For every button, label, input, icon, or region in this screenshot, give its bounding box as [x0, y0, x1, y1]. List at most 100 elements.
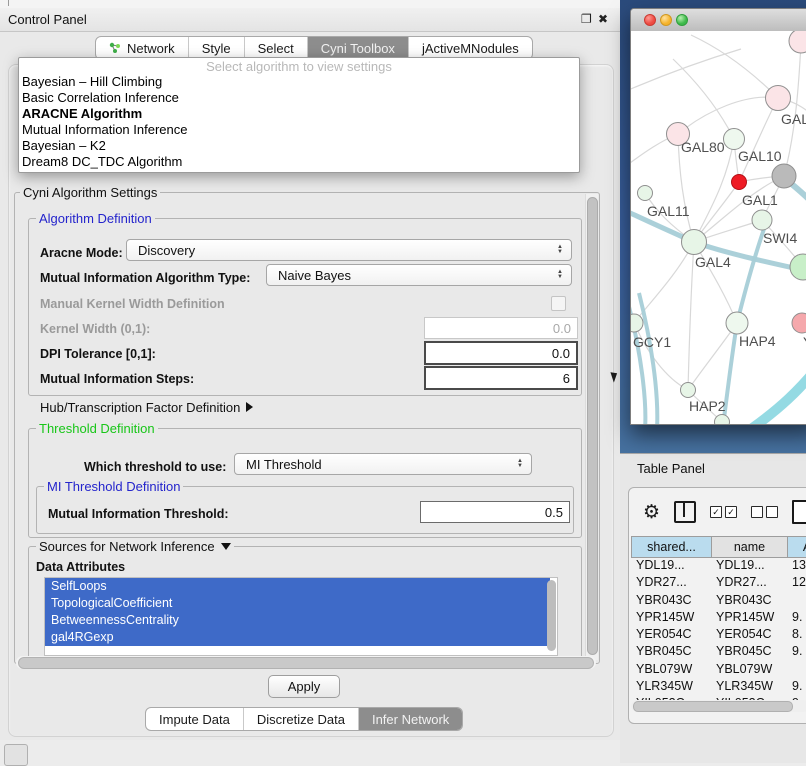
mi-type-label: Mutual Information Algorithm Type:: [40, 271, 250, 285]
tab-impute-data[interactable]: Impute Data: [146, 708, 244, 730]
control-panel-window: Control Panel ❐ ✖ Network Style Select C…: [0, 8, 620, 740]
dropdown-item[interactable]: Bayesian – Hill Climbing: [22, 74, 162, 89]
network-node-gal10[interactable]: [772, 164, 796, 188]
tab-infer-network[interactable]: Infer Network: [359, 708, 462, 730]
export-table-icon[interactable]: [792, 500, 806, 524]
mi-steps-field[interactable]: 6: [424, 366, 578, 390]
tab-jactivemnodules[interactable]: jActiveMNodules: [409, 37, 532, 59]
attribute-list-scrollbar[interactable]: [547, 580, 556, 651]
network-node-gal4[interactable]: [682, 230, 707, 255]
manual-kernel-label: Manual Kernel Width Definition: [40, 297, 225, 311]
columns-icon[interactable]: [674, 501, 696, 523]
table-row[interactable]: YER054CYER054C8.: [631, 627, 806, 644]
deselect-all-columns-icon[interactable]: [751, 506, 778, 518]
tab-network-label: Network: [127, 41, 175, 56]
tab-impute-data-label: Impute Data: [159, 712, 230, 727]
column-header-name[interactable]: name: [711, 536, 787, 558]
mac-zoom-button[interactable]: [676, 14, 688, 26]
aracne-mode-label: Aracne Mode:: [40, 246, 123, 260]
apply-button-label: Apply: [288, 679, 321, 694]
close-window-icon[interactable]: ✖: [598, 12, 608, 26]
table-row[interactable]: YPR145WYPR145W9.: [631, 610, 806, 627]
dropdown-item-selected[interactable]: ARACNE Algorithm: [22, 106, 142, 121]
node-label-gal80: GAL80: [681, 139, 725, 155]
dropdown-item[interactable]: Bayesian – K2: [22, 138, 106, 153]
tab-discretize-data-label: Discretize Data: [257, 712, 345, 727]
kernel-width-field[interactable]: 0.0: [424, 317, 578, 339]
node-label-gal1: GAL1: [742, 192, 778, 208]
network-node-gcy1[interactable]: [631, 314, 643, 332]
tab-network[interactable]: Network: [96, 37, 189, 59]
network-node-hap2[interactable]: [681, 383, 696, 398]
dpi-tolerance-field[interactable]: 0.0: [424, 341, 578, 365]
table-row[interactable]: YLR345WYLR345W9.: [631, 679, 806, 696]
network-node[interactable]: [724, 129, 745, 150]
network-node-selected[interactable]: [732, 175, 747, 190]
settings-horizontal-scrollbar[interactable]: [16, 656, 596, 669]
select-all-columns-icon[interactable]: ✓✓: [710, 506, 737, 518]
panel-dock-icon[interactable]: [4, 744, 28, 766]
dpi-tolerance-value: 0.0: [552, 346, 570, 361]
hub-definition-toggle[interactable]: Hub/Transcription Factor Definition: [40, 400, 253, 415]
tab-select[interactable]: Select: [245, 37, 308, 59]
table-horizontal-scrollbar[interactable]: [631, 700, 806, 712]
collapse-right-icon: [246, 402, 253, 412]
threshold-definition-title: Threshold Definition: [36, 421, 158, 436]
network-node[interactable]: [792, 313, 806, 333]
table-panel-frame: ⚙ ✓✓ shared... name A YDL19...YDL19...13…: [628, 487, 806, 724]
table-row[interactable]: YBL079WYBL079W: [631, 662, 806, 679]
column-header-shared-name[interactable]: shared...: [631, 536, 711, 558]
kernel-width-value: 0.0: [553, 321, 571, 336]
network-node-swi4[interactable]: [790, 254, 806, 280]
gear-icon[interactable]: ⚙: [643, 503, 660, 522]
which-threshold-label: Which threshold to use:: [84, 460, 226, 474]
tab-style[interactable]: Style: [189, 37, 245, 59]
network-node[interactable]: [789, 31, 806, 53]
network-node[interactable]: [715, 415, 730, 425]
tab-discretize-data[interactable]: Discretize Data: [244, 708, 359, 730]
aracne-mode-combobox[interactable]: Discovery ▲▼: [126, 239, 572, 261]
sources-group-toggle[interactable]: Sources for Network Inference: [36, 539, 234, 554]
network-node-gal1[interactable]: [752, 210, 772, 230]
network-node[interactable]: [638, 186, 653, 201]
attribute-item-selected[interactable]: SelfLoops: [45, 578, 550, 595]
dropdown-item[interactable]: Dream8 DC_TDC Algorithm: [22, 154, 182, 169]
apply-button[interactable]: Apply: [268, 675, 340, 698]
network-node[interactable]: [766, 86, 791, 111]
mi-type-combobox[interactable]: Naive Bayes ▲▼: [266, 264, 572, 286]
data-attributes-label: Data Attributes: [36, 560, 125, 574]
network-canvas[interactable]: GAL GAL80 GAL10 GAL1 GAL11 SWI4 GAL4 GCY…: [631, 31, 806, 424]
manual-kernel-checkbox[interactable]: [551, 296, 566, 311]
table-row[interactable]: YDL19...YDL19...13: [631, 558, 806, 575]
which-threshold-combobox[interactable]: MI Threshold ▲▼: [234, 453, 532, 475]
tab-select-label: Select: [258, 41, 294, 56]
aracne-mode-value: Discovery: [138, 243, 195, 258]
mac-close-button[interactable]: [644, 14, 656, 26]
table-row[interactable]: YBR045CYBR045C9.: [631, 644, 806, 661]
stepper-icon: ▲▼: [517, 459, 523, 469]
table-row[interactable]: YDR27...YDR27...12: [631, 575, 806, 592]
collapse-down-icon: [221, 543, 231, 550]
stepper-icon: ▲▼: [557, 270, 563, 280]
node-label-gcy1: GCY1: [633, 334, 671, 350]
attribute-item-selected[interactable]: TopologicalCoefficient: [45, 595, 550, 612]
mi-threshold-field[interactable]: 0.5: [420, 501, 570, 523]
column-header-partial[interactable]: A: [787, 536, 806, 558]
bottom-tabbar: Impute Data Discretize Data Infer Networ…: [145, 707, 463, 731]
float-window-icon[interactable]: ❐: [581, 12, 592, 26]
tab-jactivemnodules-label: jActiveMNodules: [422, 41, 519, 56]
mac-minimize-button[interactable]: [660, 14, 672, 26]
network-node-hap4[interactable]: [726, 312, 748, 334]
dropdown-item[interactable]: Mutual Information Inference: [22, 122, 187, 137]
tab-cyni-toolbox[interactable]: Cyni Toolbox: [308, 37, 409, 59]
attribute-item-selected[interactable]: BetweennessCentrality: [45, 612, 550, 629]
node-label: GAL: [781, 111, 806, 127]
dropdown-item[interactable]: Basic Correlation Inference: [22, 90, 179, 105]
control-panel-titlebar: Control Panel ❐ ✖: [0, 8, 620, 32]
settings-vertical-scrollbar[interactable]: [585, 194, 598, 660]
network-window-titlebar[interactable]: [631, 9, 806, 32]
attribute-item-selected[interactable]: gal4RGexp: [45, 629, 550, 646]
table-row[interactable]: YBR043CYBR043C: [631, 593, 806, 610]
data-attributes-list[interactable]: SelfLoops TopologicalCoefficient Between…: [44, 577, 558, 656]
mi-threshold-label: Mutual Information Threshold:: [48, 507, 229, 521]
